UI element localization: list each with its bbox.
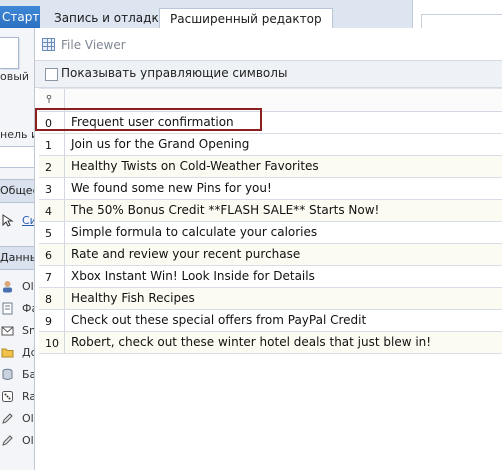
pen-icon: [2, 413, 13, 424]
row-text[interactable]: The 50% Bonus Credit **FLASH SALE** Star…: [71, 200, 379, 221]
table-row[interactable]: 4 The 50% Bonus Credit **FLASH SALE** Sta…: [39, 200, 502, 222]
section-general[interactable]: Общее: [0, 179, 34, 203]
side-pane-top: [412, 0, 502, 29]
dice-icon: [2, 391, 13, 402]
row-index: 8: [39, 288, 65, 309]
data-item[interactable]: Дс: [0, 343, 34, 365]
data-item[interactable]: Ба: [0, 365, 34, 387]
table-row[interactable]: 1 Join us for the Grand Opening: [39, 134, 502, 156]
data-item[interactable]: Sn: [0, 321, 34, 343]
data-item-label: Ol: [22, 434, 34, 447]
data-table: 0 Frequent user confirmation 1 Join us for …: [35, 88, 502, 354]
viewer-toolbar: Показывать управляющие символы: [35, 60, 502, 88]
section-data[interactable]: Данные: [0, 246, 34, 270]
data-item[interactable]: Ol: [0, 277, 34, 299]
row-text[interactable]: Robert, check out these winter hotel dea…: [71, 332, 431, 353]
panel-search-input[interactable]: [0, 146, 34, 168]
row-text[interactable]: Check out these special offers from PayP…: [71, 310, 366, 331]
table-row[interactable]: 10 Robert, check out these winter hotel d…: [39, 332, 502, 354]
row-index: 1: [39, 134, 65, 155]
left-panel: овый нель и Общее Си Данные Ol Фа Sn Дс …: [0, 28, 35, 470]
viewer-titlebar: File Viewer: [35, 28, 502, 60]
row-index: 0: [39, 112, 65, 133]
row-text[interactable]: Simple formula to calculate your calorie…: [71, 222, 317, 243]
folder-icon: [1, 348, 14, 358]
table-row[interactable]: 9 Check out these special offers from Pay…: [39, 310, 502, 332]
data-item[interactable]: Фа: [0, 299, 34, 321]
ribbon-tab-strip: Старт Запись и отладка Расширенный редак…: [0, 0, 502, 29]
table-row[interactable]: 7 Xbox Instant Win! Look Inside for Detai…: [39, 266, 502, 288]
tab-start[interactable]: Старт: [0, 6, 40, 28]
table-row[interactable]: 8 Healthy Fish Recipes: [39, 288, 502, 310]
new-button-label[interactable]: овый: [0, 70, 29, 83]
table-row[interactable]: 3 We found some new Pins for you!: [39, 178, 502, 200]
side-pane-box: [421, 14, 502, 29]
row-index: 9: [39, 310, 65, 331]
table-row[interactable]: 2 Healthy Twists on Cold-Weather Favorite…: [39, 156, 502, 178]
pen-icon: [2, 435, 13, 446]
table-row[interactable]: 6 Rate and review your recent purchase: [39, 244, 502, 266]
data-item[interactable]: Ol: [0, 431, 34, 453]
row-index: 3: [39, 178, 65, 199]
row-text[interactable]: Frequent user confirmation: [71, 112, 234, 133]
show-control-chars-label[interactable]: Показывать управляющие символы: [61, 66, 287, 80]
row-text[interactable]: Xbox Instant Win! Look Inside for Detail…: [71, 266, 315, 287]
cursor-icon: [2, 214, 14, 227]
show-control-chars-checkbox[interactable]: [45, 68, 58, 81]
table-row[interactable]: 0 Frequent user confirmation: [35, 108, 502, 134]
pin-icon: [46, 95, 52, 103]
data-item-label: Ol: [22, 412, 34, 425]
file-icon: [2, 302, 13, 315]
file-viewer-window: File Viewer Показывать управляющие симво…: [34, 28, 502, 470]
tab-record-debug[interactable]: Запись и отладка: [44, 8, 176, 28]
row-text[interactable]: Healthy Twists on Cold-Weather Favorites: [71, 156, 319, 177]
table-row[interactable]: 5 Simple formula to calculate your calori…: [39, 222, 502, 244]
data-item[interactable]: Ol: [0, 409, 34, 431]
grid-icon: [42, 38, 55, 51]
table-body: 0 Frequent user confirmation 1 Join us for …: [35, 108, 502, 354]
user-icon: [3, 281, 12, 293]
new-project-icon[interactable]: [0, 37, 19, 69]
row-text[interactable]: Rate and review your recent purchase: [71, 244, 300, 265]
viewer-title: File Viewer: [61, 38, 126, 52]
row-index: 2: [39, 156, 65, 177]
mail-icon: [1, 326, 14, 336]
table-header: [39, 88, 502, 112]
row-text[interactable]: We found some new Pins for you!: [71, 178, 272, 199]
data-item-label: Ol: [22, 280, 34, 293]
row-index: 5: [39, 222, 65, 243]
row-text[interactable]: Join us for the Grand Opening: [71, 134, 249, 155]
data-item[interactable]: Ra: [0, 387, 34, 409]
panel-label: нель и: [0, 128, 35, 141]
row-text[interactable]: Healthy Fish Recipes: [71, 288, 195, 309]
general-link-row[interactable]: Си: [0, 211, 34, 233]
row-index: 10: [39, 332, 65, 353]
row-index: 7: [39, 266, 65, 287]
row-index: 6: [39, 244, 65, 265]
database-icon: [2, 368, 13, 380]
row-index: 4: [39, 200, 65, 221]
header-pin-cell[interactable]: [39, 89, 65, 111]
tab-advanced-editor[interactable]: Расширенный редактор: [159, 8, 333, 29]
